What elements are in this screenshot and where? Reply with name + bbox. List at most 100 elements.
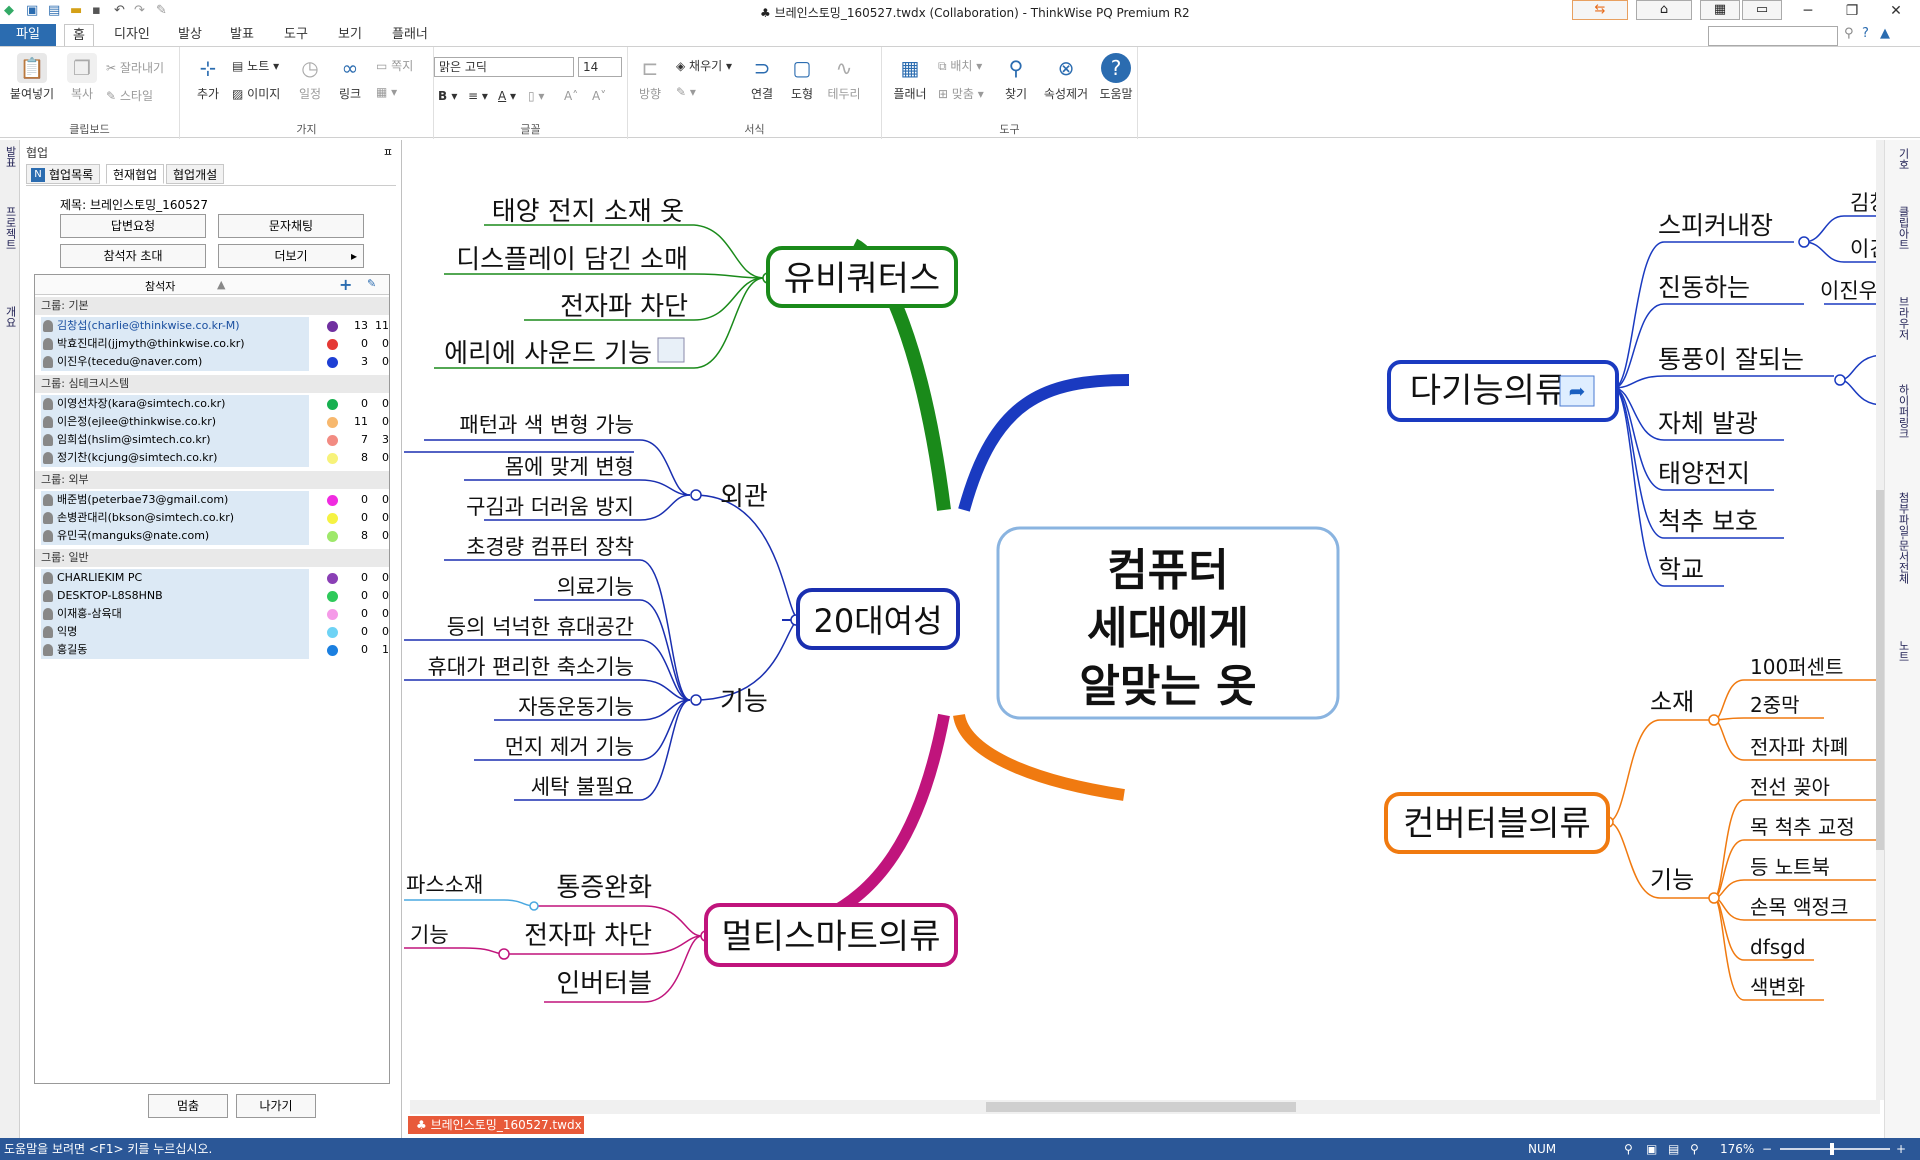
align-nodes-button[interactable]: ⊞ 맞춤 ▾	[938, 85, 984, 102]
zoom-out-icon[interactable]: −	[1762, 1138, 1772, 1160]
find-button[interactable]: ⚲ 찾기	[998, 53, 1034, 102]
tab-create-collab[interactable]: 협업개설	[166, 164, 225, 184]
zoom-slider-thumb[interactable]	[1830, 1143, 1834, 1155]
planner-button[interactable]: ▦ 플래너	[888, 53, 932, 102]
restore-button[interactable]: ❐	[1830, 0, 1874, 22]
side-tab-browser[interactable]: 브라우저	[1895, 296, 1911, 340]
note-button[interactable]: ▤ 노트 ▾	[232, 57, 279, 74]
participant-group-header[interactable]: 그룹: 심테크시스템	[35, 375, 389, 393]
bold-button[interactable]: B ▾	[438, 89, 457, 103]
font-family-combo[interactable]: 맑은 고딕	[434, 57, 574, 77]
side-tab-note[interactable]: 노트	[1895, 640, 1911, 662]
zoom-icon[interactable]: ⚲	[1690, 1138, 1699, 1160]
zoom-in-icon[interactable]: +	[1896, 1138, 1906, 1160]
side-tab-outline[interactable]: 개요	[2, 306, 18, 328]
participant-row[interactable]: DESKTOP-L8S8HNB 0 0	[35, 587, 389, 605]
view-mode-icon[interactable]: ▣	[1646, 1138, 1657, 1160]
menu-design[interactable]: 디자인	[106, 24, 158, 46]
side-tab-presentation[interactable]: 발표	[2, 146, 18, 168]
attachment-icon[interactable]	[657, 337, 685, 363]
participant-row[interactable]: 박효진대리(jjmyth@thinkwise.co.kr) 0 0	[35, 335, 389, 353]
horizontal-scroll-thumb[interactable]	[986, 1102, 1296, 1112]
text-chat-button[interactable]: 문자채팅	[218, 214, 364, 238]
help-button[interactable]: ? 도움말	[1096, 53, 1136, 102]
zoom-slider[interactable]	[1780, 1148, 1890, 1150]
participant-row[interactable]: 임희섭(hslim@simtech.co.kr) 7 3	[35, 431, 389, 449]
tab-collab-list[interactable]: N 협업목록	[26, 164, 101, 184]
document-tab[interactable]: ♣ 브레인스토밍_160527.twdx	[408, 1116, 584, 1134]
image-button[interactable]: ▨ 이미지	[232, 85, 280, 102]
schedule-button[interactable]: ◷ 일정	[292, 53, 328, 102]
horizontal-scrollbar[interactable]	[410, 1100, 1880, 1114]
tab-current-collab[interactable]: 현재협업	[106, 164, 165, 184]
side-tab-clipart[interactable]: 클립아트	[1895, 206, 1911, 250]
home-icon[interactable]: ⌂	[1636, 0, 1692, 20]
menu-file[interactable]: 파일	[0, 24, 56, 46]
grow-font-button[interactable]: A˄	[564, 89, 578, 103]
redo-icon[interactable]: ↷	[134, 3, 150, 19]
undo-icon[interactable]: ↶	[114, 3, 130, 19]
participant-row[interactable]: 이영선차장(kara@simtech.co.kr) 0 0	[35, 395, 389, 413]
participant-row[interactable]: 김창섭(charlie@thinkwise.co.kr-M) 13 11	[35, 317, 389, 335]
save-icon[interactable]: ▪	[92, 3, 108, 19]
menu-tools[interactable]: 도구	[276, 24, 316, 46]
more-button[interactable]: 더보기 ▸	[218, 244, 364, 268]
memo-button[interactable]: ▭ 쪽지	[376, 57, 413, 74]
participant-group-header[interactable]: 그룹: 외부	[35, 471, 389, 489]
minimize-button[interactable]: ─	[1786, 0, 1830, 22]
participant-row[interactable]: 홍길동 0 1	[35, 641, 389, 659]
menu-planner[interactable]: 플래너	[384, 24, 436, 46]
highlight-button[interactable]: ▯ ▾	[528, 89, 544, 103]
participant-row[interactable]: 이진우(tecedu@naver.com) 3 0	[35, 353, 389, 371]
side-tab-symbols[interactable]: 기호	[1895, 148, 1911, 170]
side-tab-project[interactable]: 프로젝트	[2, 206, 18, 250]
pin-icon[interactable]: ㅍ	[383, 144, 393, 160]
add-branch-button[interactable]: ⊹ 추가	[190, 53, 226, 102]
participant-row[interactable]: 정기찬(kcjung@simtech.co.kr) 8 0	[35, 449, 389, 467]
help-small-icon[interactable]: ?	[1862, 26, 1869, 41]
arrange-button[interactable]: ⧉ 배치 ▾	[938, 57, 982, 74]
participant-row[interactable]: 이은정(ejlee@thinkwise.co.kr) 11 0	[35, 413, 389, 431]
calendar-icon[interactable]: ▦	[1700, 0, 1740, 20]
font-size-combo[interactable]: 14	[578, 57, 622, 77]
vertical-scrollbar[interactable]	[1876, 140, 1884, 1100]
participant-row[interactable]: 익명 0 0	[35, 623, 389, 641]
search-combo[interactable]	[1708, 26, 1838, 46]
shape-button[interactable]: ▢ 도형	[784, 53, 820, 102]
menu-home[interactable]: 홈	[64, 24, 94, 46]
cut-button[interactable]: ✂ 잘라내기	[106, 59, 164, 76]
invite-participant-button[interactable]: 참석자 초대	[60, 244, 206, 268]
style-button[interactable]: ✎ 스타일	[106, 87, 153, 104]
page-view-icon[interactable]: ▤	[1668, 1138, 1679, 1160]
side-tab-attachment[interactable]: 첨부파일-문서전체	[1895, 492, 1911, 584]
border-button[interactable]: ∿ 테두리	[824, 53, 864, 102]
new-icon[interactable]: ▣	[26, 3, 42, 19]
participant-row[interactable]: CHARLIEKIM PC 0 0	[35, 569, 389, 587]
vertical-scroll-thumb[interactable]	[1876, 490, 1884, 850]
add-participant-icon[interactable]: +	[339, 275, 352, 294]
reply-request-button[interactable]: 답변요청	[60, 214, 206, 238]
participant-row[interactable]: 유민국(manguks@nate.com) 8 0	[35, 527, 389, 545]
close-button[interactable]: ✕	[1874, 0, 1918, 22]
open-folder-icon[interactable]: ▬	[70, 3, 86, 19]
direction-button[interactable]: ⊏ 방향	[632, 53, 668, 102]
ribbon-collapse-icon[interactable]: ▲	[1880, 26, 1890, 41]
line-style-button[interactable]: ✎ ▾	[676, 85, 696, 99]
zoom-fit-icon[interactable]: ⚲	[1624, 1138, 1633, 1160]
menu-presentation[interactable]: 발표	[222, 24, 262, 46]
table-button[interactable]: ▦ ▾	[376, 85, 397, 99]
stop-button[interactable]: 멈춤	[148, 1094, 228, 1118]
edit-icon[interactable]: ✎	[367, 277, 376, 290]
document-icon[interactable]: ▤	[48, 3, 64, 19]
participant-group-header[interactable]: 그룹: 기본	[35, 297, 389, 315]
align-button[interactable]: ≡ ▾	[468, 89, 488, 103]
mindmap-canvas[interactable]: 컴퓨터 세대에게 알맞는 옷 유비쿼터스 20대여성 멀티스마트의류 다기능의류…	[404, 140, 1884, 1100]
menu-ideation[interactable]: 발상	[170, 24, 210, 46]
participant-row[interactable]: 손병관대리(bkson@simtech.co.kr) 0 0	[35, 509, 389, 527]
side-tab-hyperlink[interactable]: 하이퍼링크	[1895, 384, 1911, 439]
participant-row[interactable]: 배준범(peterbae73@gmail.com) 0 0	[35, 491, 389, 509]
brush-icon[interactable]: ✎	[156, 3, 172, 19]
fill-button[interactable]: ◈ 채우기 ▾	[676, 57, 732, 74]
exit-button[interactable]: 나가기	[236, 1094, 316, 1118]
collaboration-toggle-icon[interactable]: ⇆	[1572, 0, 1628, 20]
